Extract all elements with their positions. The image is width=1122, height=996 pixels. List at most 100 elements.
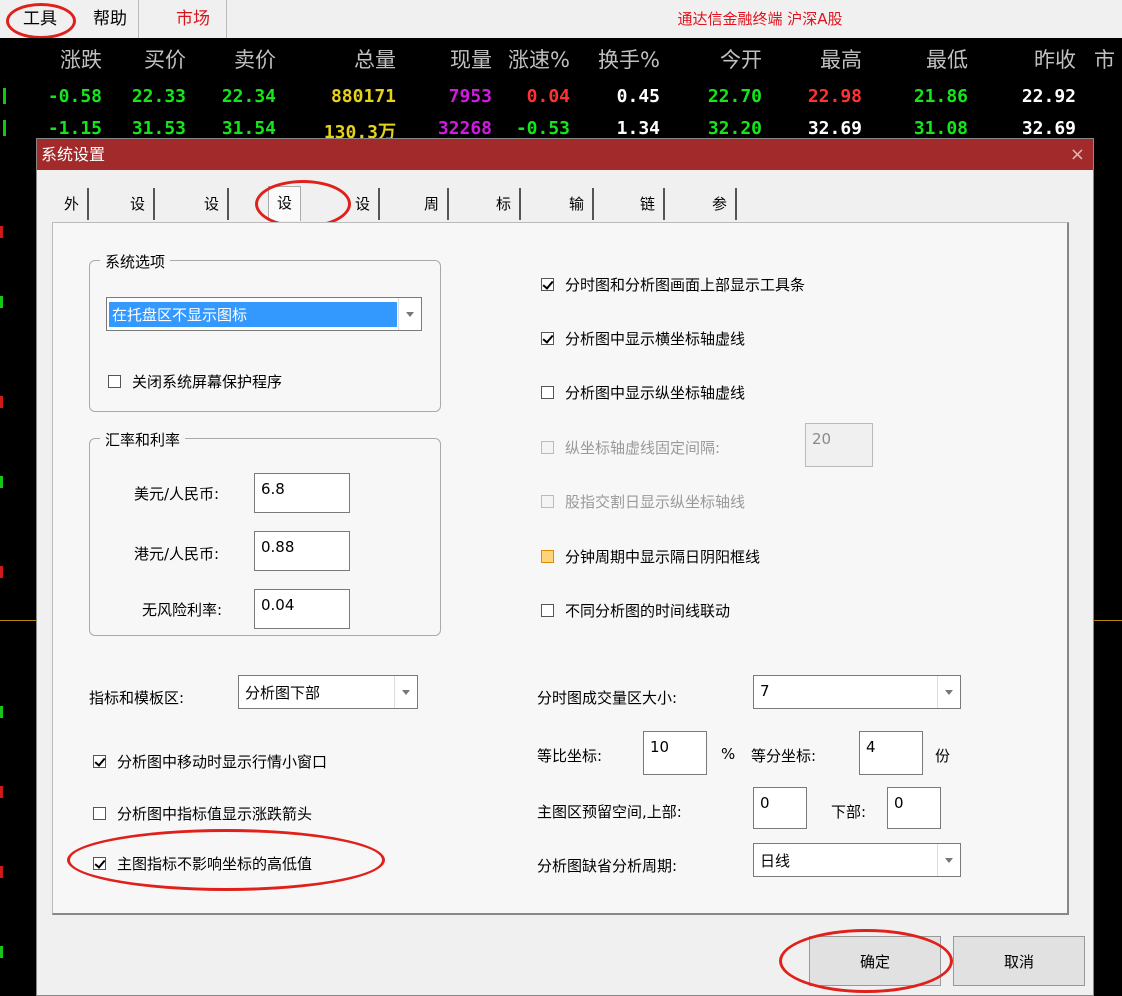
settings3-panel: 系统选项 在托盘区不显示图标 关闭系统屏幕保护程序 汇率和利率 美元/人民币: … <box>52 222 1069 915</box>
col-header[interactable]: 换手% <box>580 44 660 74</box>
select-value: 7 <box>760 682 770 700</box>
tray-icon-select[interactable]: 在托盘区不显示图标 <box>106 297 422 331</box>
chart-line <box>1092 620 1122 621</box>
menu-tools[interactable]: 工具 <box>14 0 66 38</box>
ratio-label: 等比坐标: <box>537 747 603 765</box>
tab-settings1[interactable]: 设置1 <box>122 188 156 277</box>
col-header[interactable]: 现量 <box>400 44 492 74</box>
riskfree-rate-label: 无风险利率: <box>142 601 223 619</box>
indicator-area-label: 指标和模板区: <box>89 689 185 707</box>
group-title: 汇率和利率 <box>100 429 186 450</box>
exchange-rate-group: 汇率和利率 美元/人民币: 6.8 港元/人民币: 0.88 无风险利率: 0.… <box>89 429 441 636</box>
tab-settings3[interactable]: 设置3 <box>268 186 302 276</box>
v-axis-dash-label: 分析图中显示纵坐标轴虚线 <box>565 384 746 402</box>
chevron-down-icon[interactable] <box>937 676 960 708</box>
dialog-titlebar[interactable]: 系统设置 × <box>37 139 1093 170</box>
table-cell: 0.04 <box>526 86 570 107</box>
hkd-rate-input[interactable]: 0.88 <box>254 531 350 571</box>
reserve-bottom-input[interactable]: 0 <box>887 787 941 829</box>
move-popup-label: 分析图中移动时显示行情小窗口 <box>117 753 328 771</box>
table-cell: 32.69 <box>807 118 862 139</box>
move-popup-checkbox[interactable] <box>93 755 106 768</box>
row-marker <box>3 88 6 104</box>
col-header[interactable]: 涨跌 <box>32 44 102 74</box>
table-cell: 32.20 <box>707 118 762 139</box>
tick-mark <box>0 396 3 408</box>
menu-market[interactable]: 市场 <box>160 0 227 38</box>
chevron-down-icon[interactable] <box>937 844 960 876</box>
tab-settings2[interactable]: 设置2 <box>196 188 230 277</box>
tab-params[interactable]: 参数 <box>704 188 738 245</box>
ok-button[interactable]: 确定 <box>809 936 941 986</box>
col-header[interactable]: 涨速% <box>484 44 570 74</box>
menu-help[interactable]: 帮助 <box>82 0 139 38</box>
table-cell: 1.34 <box>616 118 660 139</box>
indicator-area-select[interactable]: 分析图下部 <box>238 675 418 709</box>
close-screensaver-label: 关闭系统屏幕保护程序 <box>132 373 283 391</box>
v-axis-fixed-input[interactable]: 20 <box>805 423 873 467</box>
volume-area-select[interactable]: 7 <box>753 675 961 709</box>
tab-links[interactable]: 链接 <box>632 188 666 245</box>
timeline-link-checkbox[interactable] <box>541 604 554 617</box>
system-options-group: 系统选项 在托盘区不显示图标 关闭系统屏幕保护程序 <box>89 251 441 412</box>
table-cell: 31.53 <box>131 118 186 139</box>
main-index-label: 主图指标不影响坐标的高低值 <box>117 855 313 873</box>
main-index-checkbox[interactable] <box>93 857 106 870</box>
reserve-bottom-label: 下部: <box>831 803 867 821</box>
minute-frame-checkbox[interactable] <box>541 550 554 563</box>
index-split-label: 股指交割日显示纵坐标轴线 <box>565 493 746 511</box>
col-header[interactable]: 总量 <box>300 44 396 74</box>
system-settings-dialog: 系统设置 × 外观 设置1 设置2 设置3 设置4 周期 标签 输入 链接 参数… <box>36 138 1094 996</box>
table-cell: -1.15 <box>47 118 102 139</box>
table-cell: 22.70 <box>707 86 762 107</box>
table-cell: 22.92 <box>1021 86 1076 107</box>
tab-appearance[interactable]: 外观 <box>56 188 90 245</box>
ratio-unit: % <box>721 745 736 763</box>
arrows-checkbox[interactable] <box>93 807 106 820</box>
riskfree-rate-input[interactable]: 0.04 <box>254 589 350 629</box>
tab-labels[interactable]: 标签 <box>488 188 522 245</box>
tick-mark <box>0 226 3 238</box>
usd-rate-input[interactable]: 6.8 <box>254 473 350 513</box>
quote-table: 涨跌 买价 卖价 总量 现量 涨速% 换手% 今开 最高 最低 昨收 市 -0.… <box>0 38 1122 146</box>
ratio-input[interactable]: 10 <box>643 731 707 775</box>
hkd-rate-label: 港元/人民币: <box>134 545 220 563</box>
table-cell: 22.98 <box>807 86 862 107</box>
tab-period[interactable]: 周期 <box>416 188 450 245</box>
table-cell: 0.45 <box>616 86 660 107</box>
toolbar-top-checkbox[interactable] <box>541 278 554 291</box>
col-header[interactable]: 卖价 <box>206 44 276 74</box>
chart-background-right <box>1092 146 1122 994</box>
col-header[interactable]: 最高 <box>780 44 862 74</box>
cancel-button[interactable]: 取消 <box>953 936 1085 986</box>
close-screensaver-checkbox[interactable] <box>108 375 121 388</box>
col-header[interactable]: 最低 <box>876 44 968 74</box>
h-axis-dash-label: 分析图中显示横坐标轴虚线 <box>565 330 746 348</box>
h-axis-dash-checkbox[interactable] <box>541 332 554 345</box>
close-icon[interactable]: × <box>1070 139 1085 170</box>
col-header[interactable]: 今开 <box>680 44 762 74</box>
col-header[interactable]: 昨收 <box>988 44 1076 74</box>
equal-input[interactable]: 4 <box>859 731 923 775</box>
chevron-down-icon[interactable] <box>394 676 417 708</box>
minute-frame-label: 分钟周期中显示隔日阴阳框线 <box>565 548 761 566</box>
v-axis-dash-checkbox[interactable] <box>541 386 554 399</box>
table-cell: 32268 <box>437 118 492 139</box>
volume-area-label: 分时图成交量区大小: <box>537 689 678 707</box>
row-marker <box>3 120 6 136</box>
tab-settings4[interactable]: 设置4 <box>347 188 381 277</box>
v-axis-fixed-checkbox[interactable] <box>541 441 554 454</box>
col-header[interactable]: 买价 <box>118 44 186 74</box>
col-header[interactable]: 市 <box>1094 44 1122 74</box>
equal-label: 等分坐标: <box>751 747 817 765</box>
select-value: 日线 <box>760 852 791 870</box>
reserve-top-input[interactable]: 0 <box>753 787 807 829</box>
tab-input[interactable]: 输入 <box>561 188 595 245</box>
tick-mark <box>0 946 3 958</box>
table-cell: 21.86 <box>913 86 968 107</box>
chevron-down-icon[interactable] <box>398 298 421 330</box>
select-value: 分析图下部 <box>245 684 321 702</box>
app-title: 通达信金融终端 沪深A股 <box>677 10 843 28</box>
index-split-checkbox[interactable] <box>541 495 554 508</box>
default-period-select[interactable]: 日线 <box>753 843 961 877</box>
